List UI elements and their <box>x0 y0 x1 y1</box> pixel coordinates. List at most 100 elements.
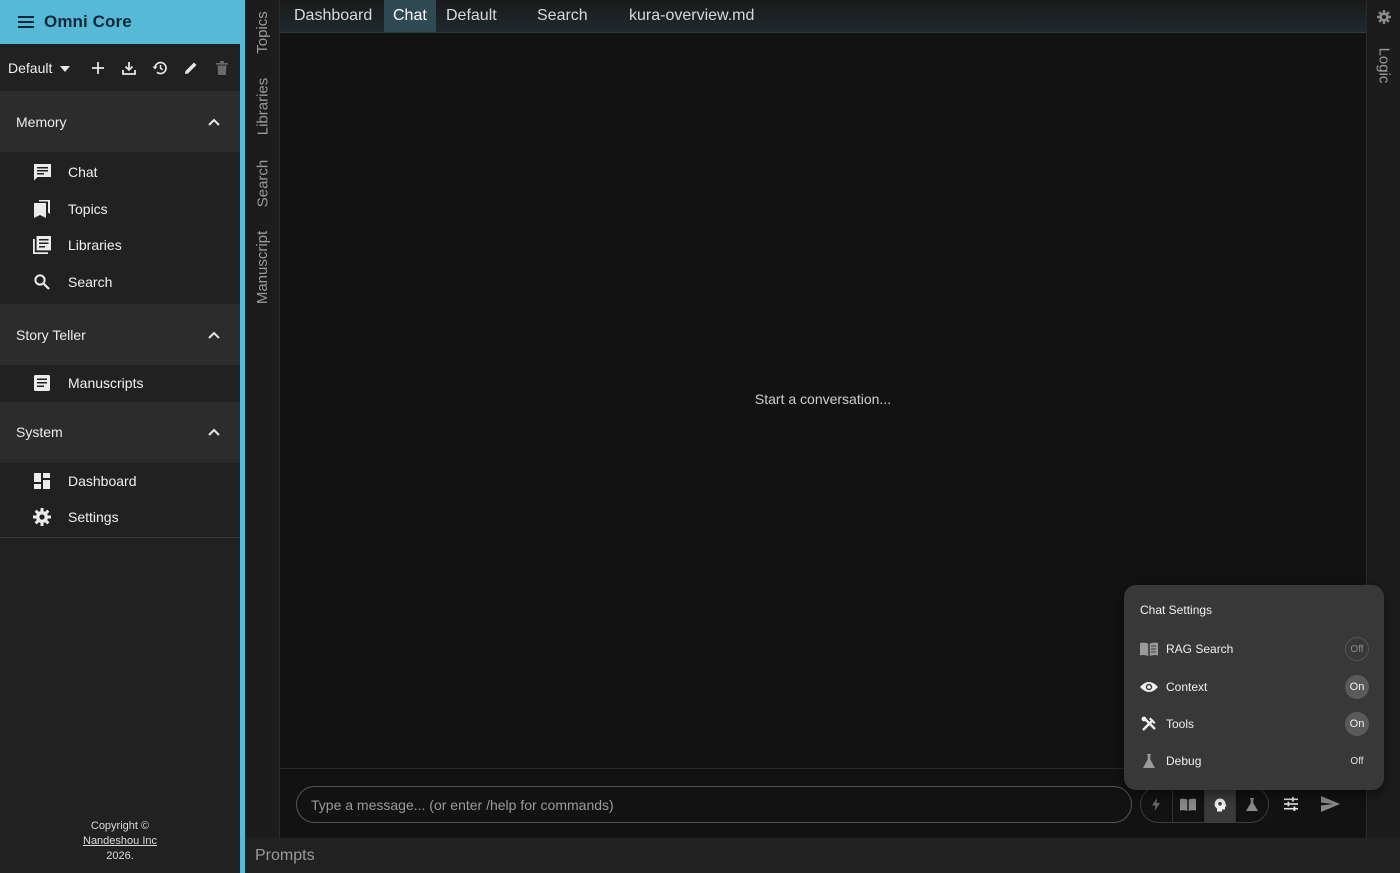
sidebar-item-settings[interactable]: Settings <box>0 499 240 536</box>
sidebar-item-libraries[interactable]: Libraries <box>0 227 240 264</box>
tune-icon <box>1284 797 1298 811</box>
history-button[interactable] <box>144 52 175 83</box>
section-header-memory[interactable]: Memory <box>0 91 240 152</box>
sidebar-item-search[interactable]: Search <box>0 264 240 301</box>
flask-icon <box>1246 798 1259 811</box>
bookmarks-icon <box>33 199 51 218</box>
menu-book-icon <box>1140 640 1158 658</box>
prompts-panel-bar[interactable]: Prompts <box>245 838 1400 873</box>
company-link[interactable]: Nandeshou Inc <box>83 835 157 847</box>
gear-icon[interactable] <box>1377 10 1391 24</box>
chat-mode-toggle-group <box>1140 786 1269 823</box>
context-mode-button[interactable] <box>1204 787 1237 822</box>
tools-setting[interactable]: Tools On <box>1140 711 1369 737</box>
eye-icon <box>1140 678 1158 696</box>
sidebar: Omni Core Default Memory Chat Topics Lib… <box>0 0 240 873</box>
history-icon <box>152 61 168 74</box>
trash-icon <box>215 60 228 75</box>
vtab-label: Manuscript <box>254 230 272 304</box>
setting-label: Context <box>1166 680 1208 694</box>
sidebar-item-chat[interactable]: Chat <box>0 154 240 191</box>
empty-chat-message: Start a conversation... <box>754 391 892 407</box>
caret-down-icon <box>60 65 71 72</box>
vtab-label: Topics <box>254 10 271 54</box>
send-icon <box>1320 796 1340 812</box>
vtab-topics[interactable]: Topics <box>245 4 280 60</box>
brain-icon <box>1214 798 1227 811</box>
setting-label: Tools <box>1166 717 1195 731</box>
copyright-footer: Copyright © Nandeshou Inc 2026. <box>0 819 240 864</box>
setting-label: Debug <box>1166 754 1202 768</box>
debug-mode-button[interactable] <box>1236 787 1268 822</box>
chat-settings-popover: Chat Settings RAG Search Off Context On … <box>1124 585 1384 790</box>
sidebar-item-label: Settings <box>68 509 119 526</box>
rag-search-toggle[interactable]: Off <box>1345 637 1369 661</box>
sidebar-item-label: Dashboard <box>68 472 137 489</box>
app-title: Omni Core <box>44 12 132 31</box>
sidebar-item-dashboard[interactable]: Dashboard <box>0 463 240 500</box>
vtab-label: Logic <box>1375 47 1393 83</box>
preset-select[interactable]: Default <box>8 59 71 76</box>
chat-settings-title: Chat Settings <box>1140 603 1213 617</box>
sidebar-item-topics[interactable]: Topics <box>0 191 240 228</box>
delete-preset-button[interactable] <box>206 52 237 83</box>
search-icon <box>33 273 51 291</box>
vtab-label: Libraries <box>254 77 271 135</box>
vtab-logic[interactable]: Logic <box>1367 40 1400 90</box>
setting-label: RAG Search <box>1166 642 1234 656</box>
vertical-tab-strip: Topics Libraries Search Manuscript <box>245 0 280 838</box>
tab-search[interactable]: Search <box>528 0 597 32</box>
section-header-story-teller[interactable]: Story Teller <box>0 304 240 365</box>
sidebar-item-manuscripts[interactable]: Manuscripts <box>0 365 240 402</box>
download-icon <box>121 61 136 75</box>
rag-search-mode-button[interactable] <box>1173 787 1205 822</box>
hamburger-menu-icon[interactable] <box>18 16 34 28</box>
context-toggle[interactable]: On <box>1345 675 1369 699</box>
sidebar-item-label: Libraries <box>68 237 122 254</box>
tab-dashboard[interactable]: Dashboard <box>285 0 381 32</box>
tools-icon <box>1140 715 1158 733</box>
sidebar-item-label: Topics <box>68 200 108 217</box>
top-tab-bar: Dashboard Chat Default Search kura-overv… <box>280 0 1366 33</box>
tab-kura-overview[interactable]: kura-overview.md <box>620 0 763 32</box>
quick-mode-button[interactable] <box>1141 787 1173 822</box>
plus-icon <box>91 61 104 74</box>
app-bar: Omni Core <box>0 0 240 44</box>
preset-toolbar: Default <box>0 44 240 91</box>
flask-icon <box>1140 752 1158 770</box>
tab-chat[interactable]: Chat <box>384 0 436 32</box>
tab-label: Dashboard <box>294 7 373 24</box>
dashboard-icon <box>33 472 51 490</box>
sidebar-item-label: Chat <box>68 164 98 181</box>
rag-search-setting[interactable]: RAG Search Off <box>1140 636 1369 662</box>
settings-icon <box>33 508 51 527</box>
edit-preset-button[interactable] <box>175 52 206 83</box>
vtab-libraries[interactable]: Libraries <box>245 70 280 142</box>
message-input[interactable] <box>296 786 1132 823</box>
vtab-manuscript[interactable]: Manuscript <box>245 222 280 312</box>
sidebar-item-label: Manuscripts <box>68 375 144 392</box>
context-setting[interactable]: Context On <box>1140 674 1369 700</box>
debug-setting[interactable]: Debug Off <box>1140 748 1369 774</box>
divider <box>0 536 240 538</box>
section-title: System <box>16 424 63 440</box>
tab-label: Chat <box>393 7 427 24</box>
chat-settings-button[interactable] <box>1280 791 1302 817</box>
prompts-label: Prompts <box>255 847 315 864</box>
tools-toggle[interactable]: On <box>1345 712 1369 736</box>
section-header-system[interactable]: System <box>0 401 240 463</box>
send-button[interactable] <box>1318 791 1342 817</box>
tab-default[interactable]: Default <box>437 0 506 32</box>
add-preset-button[interactable] <box>82 52 113 83</box>
tab-label: Search <box>537 7 588 24</box>
tab-label: Default <box>446 7 497 24</box>
vtab-label: Search <box>254 159 271 207</box>
chevron-up-icon <box>208 331 220 339</box>
section-title: Memory <box>16 113 67 130</box>
download-preset-button[interactable] <box>113 52 144 83</box>
chevron-up-icon <box>208 118 220 126</box>
preset-select-value: Default <box>8 59 53 76</box>
debug-toggle[interactable]: Off <box>1345 749 1369 773</box>
pencil-icon <box>184 62 197 74</box>
vtab-search[interactable]: Search <box>245 152 280 214</box>
